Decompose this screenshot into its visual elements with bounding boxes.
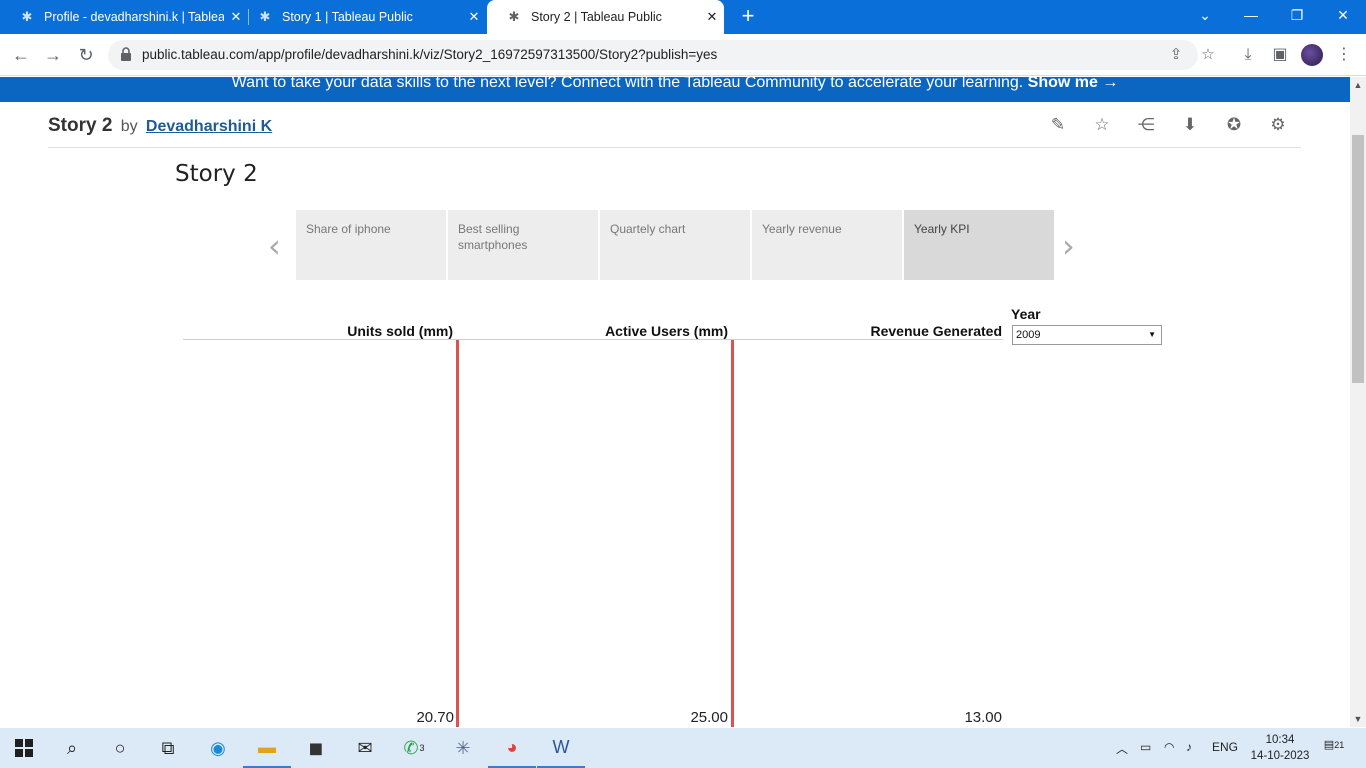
column-header-units-sold: Units sold (mm): [347, 323, 453, 339]
close-icon[interactable]: ✕: [700, 9, 724, 25]
page-content: Want to take your data skills to the nex…: [0, 77, 1350, 727]
story-point-share-of-iphone[interactable]: Share of iphone: [296, 210, 446, 280]
year-selected-value: 2009: [1016, 329, 1041, 341]
tab-profile[interactable]: ✱ Profile - devadharshini.k | Tablea ✕: [0, 0, 248, 34]
column-header-active-users: Active Users (mm): [605, 323, 728, 339]
restore-icon[interactable]: ❐: [1274, 0, 1320, 32]
show-me-link[interactable]: Show me →: [1028, 77, 1119, 91]
reference-line: [731, 340, 734, 727]
windows-taskbar: ⌕ ○ ⧉ ◉ ▬ ◼ ✉ ✆ 3 ✳ ◕ W ︿ ▭ ◠ ♪ ENG 10:34…: [0, 728, 1366, 768]
store-bag-icon[interactable]: ◼: [292, 728, 340, 768]
new-tab-plus-icon[interactable]: +: [736, 5, 760, 29]
cortana-circle-icon[interactable]: ○: [96, 728, 144, 768]
edit-viz-icon[interactable]: ✎: [1047, 114, 1069, 136]
tableau-favicon-icon: ✱: [21, 9, 33, 24]
page-scrollbar[interactable]: ▲ ▼: [1350, 77, 1366, 727]
share-page-icon[interactable]: ⇪: [1166, 45, 1186, 65]
share-icon[interactable]: ⋲: [1135, 114, 1157, 136]
close-icon[interactable]: ✕: [462, 9, 486, 25]
year-filter-label: Year: [1011, 306, 1041, 322]
previous-story-point-icon[interactable]: ‹: [268, 227, 281, 265]
bookmark-star-icon[interactable]: ☆: [1198, 45, 1218, 65]
whatsapp-badge: 3: [419, 743, 425, 753]
kpi-units-sold-value: 20.70: [416, 709, 454, 726]
volume-speaker-icon[interactable]: ♪: [1186, 740, 1192, 754]
notification-center-icon[interactable]: ▤21: [1322, 738, 1346, 758]
chrome-icon[interactable]: ◕: [488, 728, 536, 768]
scroll-up-arrow-icon[interactable]: ▲: [1350, 77, 1366, 93]
dropdown-caret-icon: ▼: [1148, 330, 1156, 339]
story-point-yearly-kpi[interactable]: Yearly KPI: [904, 210, 1054, 280]
column-header-revenue: Revenue Generated: [870, 323, 1003, 339]
scroll-down-arrow-icon[interactable]: ▼: [1350, 711, 1366, 727]
wifi-icon[interactable]: ◠: [1164, 740, 1174, 754]
file-explorer-icon[interactable]: ▬: [243, 728, 291, 768]
story-point-quartely-chart[interactable]: Quartely chart: [600, 210, 750, 280]
tab-title: Story 2 | Tableau Public: [531, 10, 662, 24]
whatsapp-icon[interactable]: ✆ 3: [390, 728, 438, 768]
badge-award-icon[interactable]: ✪: [1223, 114, 1245, 136]
browser-toolbar: ← → ↻ public.tableau.com/app/profile/dev…: [0, 34, 1366, 76]
by-label: by: [120, 118, 138, 135]
clock-time: 10:34: [1265, 734, 1295, 746]
banner-text: Want to take your data skills to the nex…: [231, 77, 1024, 91]
menu-kebab-icon[interactable]: ⋮: [1333, 44, 1355, 66]
author-link[interactable]: Devadharshini K: [146, 118, 272, 135]
side-panel-icon[interactable]: ▣: [1269, 44, 1291, 66]
url-text: public.tableau.com/app/profile/devadhars…: [142, 47, 718, 62]
community-banner: Want to take your data skills to the nex…: [0, 77, 1350, 102]
download-icon[interactable]: ⤓: [1237, 44, 1259, 66]
mail-envelope-icon[interactable]: ✉: [341, 728, 389, 768]
viz-title-bar: Story 2 by Devadharshini K: [48, 115, 272, 137]
start-windows-icon[interactable]: [0, 728, 48, 768]
tab-search-chevron-icon[interactable]: ⌄: [1182, 0, 1228, 32]
lock-icon: [121, 47, 131, 61]
window-close-icon[interactable]: ✕: [1320, 0, 1366, 32]
word-icon[interactable]: W: [537, 728, 585, 768]
settings-gear-icon[interactable]: ⚙: [1267, 114, 1289, 136]
tab-title: Story 1 | Tableau Public: [282, 10, 413, 24]
system-clock[interactable]: 10:34 14-10-2023: [1250, 732, 1310, 764]
reload-icon[interactable]: ↻: [73, 42, 99, 68]
favorite-star-icon[interactable]: ☆: [1091, 114, 1113, 136]
reference-line: [456, 340, 459, 727]
tableau-favicon-icon: ✱: [259, 9, 271, 24]
notification-count: 21: [1334, 740, 1345, 750]
next-story-point-icon[interactable]: ›: [1062, 227, 1075, 265]
input-language[interactable]: ENG: [1212, 740, 1238, 754]
battery-icon[interactable]: ▭: [1140, 740, 1151, 754]
minimize-icon[interactable]: —: [1228, 0, 1274, 32]
tableau-app-icon[interactable]: ✳: [439, 728, 487, 768]
forward-arrow-icon[interactable]: →: [40, 42, 66, 68]
browser-tab-strip: ✱ Profile - devadharshini.k | Tablea ✕ ✱…: [0, 0, 1366, 34]
search-icon[interactable]: ⌕: [48, 728, 96, 768]
divider: [48, 147, 1301, 148]
tab-story-2[interactable]: ✱ Story 2 | Tableau Public ✕: [487, 0, 724, 34]
windows-logo-icon: [15, 739, 33, 757]
tab-title: Profile - devadharshini.k | Tablea: [44, 10, 224, 24]
profile-avatar[interactable]: [1301, 44, 1323, 66]
show-hidden-icons-chevron-icon[interactable]: ︿: [1116, 740, 1128, 757]
address-bar[interactable]: public.tableau.com/app/profile/devadhars…: [108, 40, 1215, 70]
kpi-revenue-value: 13.00: [964, 709, 1002, 726]
edge-browser-icon[interactable]: ◉: [194, 728, 242, 768]
tableau-favicon-icon: ✱: [508, 9, 520, 24]
download-viz-icon[interactable]: ⬇: [1179, 114, 1201, 136]
story-point-best-selling[interactable]: Best selling smartphones: [448, 210, 598, 280]
task-view-icon[interactable]: ⧉: [144, 728, 192, 768]
kpi-active-users-value: 25.00: [690, 709, 728, 726]
tab-story-1[interactable]: ✱ Story 1 | Tableau Public ✕: [238, 0, 486, 34]
story-point-yearly-revenue[interactable]: Yearly revenue: [752, 210, 902, 280]
viz-title: Story 2: [48, 115, 113, 136]
back-arrow-icon[interactable]: ←: [8, 42, 34, 68]
story-title: Story 2: [175, 161, 258, 187]
scroll-thumb[interactable]: [1352, 135, 1364, 383]
clock-date: 14-10-2023: [1250, 750, 1310, 762]
screen: ✱ Profile - devadharshini.k | Tablea ✕ ✱…: [0, 0, 1366, 768]
year-filter-dropdown[interactable]: 2009 ▼: [1012, 325, 1162, 345]
header-axis-line: [183, 339, 1003, 340]
